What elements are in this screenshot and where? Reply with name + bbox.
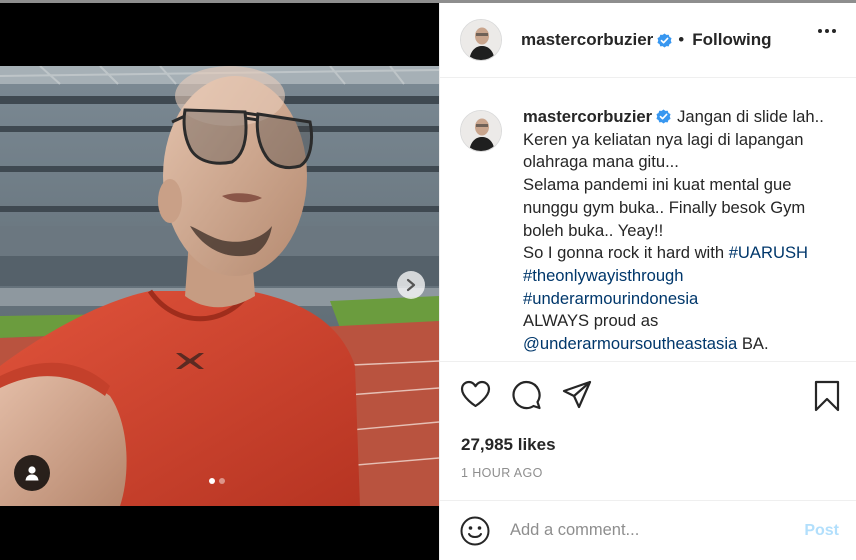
verified-badge-icon xyxy=(656,109,671,124)
hashtag-link[interactable]: #theonlywayisthrough xyxy=(523,266,684,285)
post-actions: 27,985 likes 1 HOUR AGO xyxy=(440,361,856,505)
hashtag-link[interactable]: #UARUSH xyxy=(729,243,808,262)
post-comment-button[interactable]: Post xyxy=(804,522,839,540)
carousel-indicator xyxy=(209,478,225,484)
comment-input[interactable] xyxy=(510,521,780,540)
post-timestamp[interactable]: 1 HOUR AGO xyxy=(461,466,543,480)
caption-line: BA. xyxy=(737,334,769,354)
caption-username[interactable]: mastercorbuzier xyxy=(523,107,652,126)
caption-line: nunggu gym buka.. Finally besok Gym xyxy=(523,197,806,217)
more-options-icon[interactable] xyxy=(818,29,836,33)
caption-line: Jangan di slide lah.. xyxy=(677,107,824,126)
next-slide-button[interactable] xyxy=(397,271,425,299)
next-arrow-icon xyxy=(406,278,416,292)
comment-icon xyxy=(512,381,541,410)
share-button[interactable] xyxy=(562,380,592,415)
caption-line: ALWAYS proud as xyxy=(523,311,659,331)
caption-line: boleh buka.. Yeay!! xyxy=(523,220,664,240)
caption-line: Selama pandemi ini kuat mental gue xyxy=(523,175,792,195)
following-button[interactable]: Following xyxy=(692,30,771,50)
post-author-username[interactable]: mastercorbuzier xyxy=(521,30,653,50)
likes-count[interactable]: 27,985 likes xyxy=(461,435,556,455)
tag-user-icon xyxy=(25,466,39,481)
hashtag-link[interactable]: #underarmourindonesia xyxy=(523,289,698,308)
save-button[interactable] xyxy=(814,380,840,417)
post-media xyxy=(0,3,439,560)
caption-avatar[interactable] xyxy=(460,110,502,152)
post-details-panel: mastercorbuzier • Following mastercorbuz… xyxy=(439,3,856,560)
header-separator: • xyxy=(678,30,685,49)
emoji-icon[interactable] xyxy=(460,516,490,546)
heart-icon xyxy=(460,380,491,408)
post-header: mastercorbuzier • Following xyxy=(440,3,856,78)
post-caption: mastercorbuzier Jangan di slide lah.. Ke… xyxy=(460,106,850,356)
bookmark-icon xyxy=(814,380,840,412)
post-photo[interactable] xyxy=(0,66,439,506)
carousel-dot xyxy=(219,478,225,484)
mention-link[interactable]: @underarmoursoutheastasia xyxy=(523,334,737,353)
caption-line: So I gonna rock it hard with xyxy=(523,243,729,263)
caption-text: mastercorbuzier Jangan di slide lah.. Ke… xyxy=(523,106,843,356)
tagged-users-button[interactable] xyxy=(14,455,50,491)
carousel-dot-active xyxy=(209,478,215,484)
caption-line: Keren ya keliatan nya lagi di lapangan xyxy=(523,129,804,149)
comment-button[interactable] xyxy=(511,380,542,415)
share-icon xyxy=(562,380,592,409)
comment-bar: Post xyxy=(440,500,856,560)
like-button[interactable] xyxy=(460,380,491,415)
caption-line: olahraga mana gitu... xyxy=(523,152,679,172)
avatar[interactable] xyxy=(460,19,502,61)
verified-badge-icon xyxy=(657,32,672,48)
